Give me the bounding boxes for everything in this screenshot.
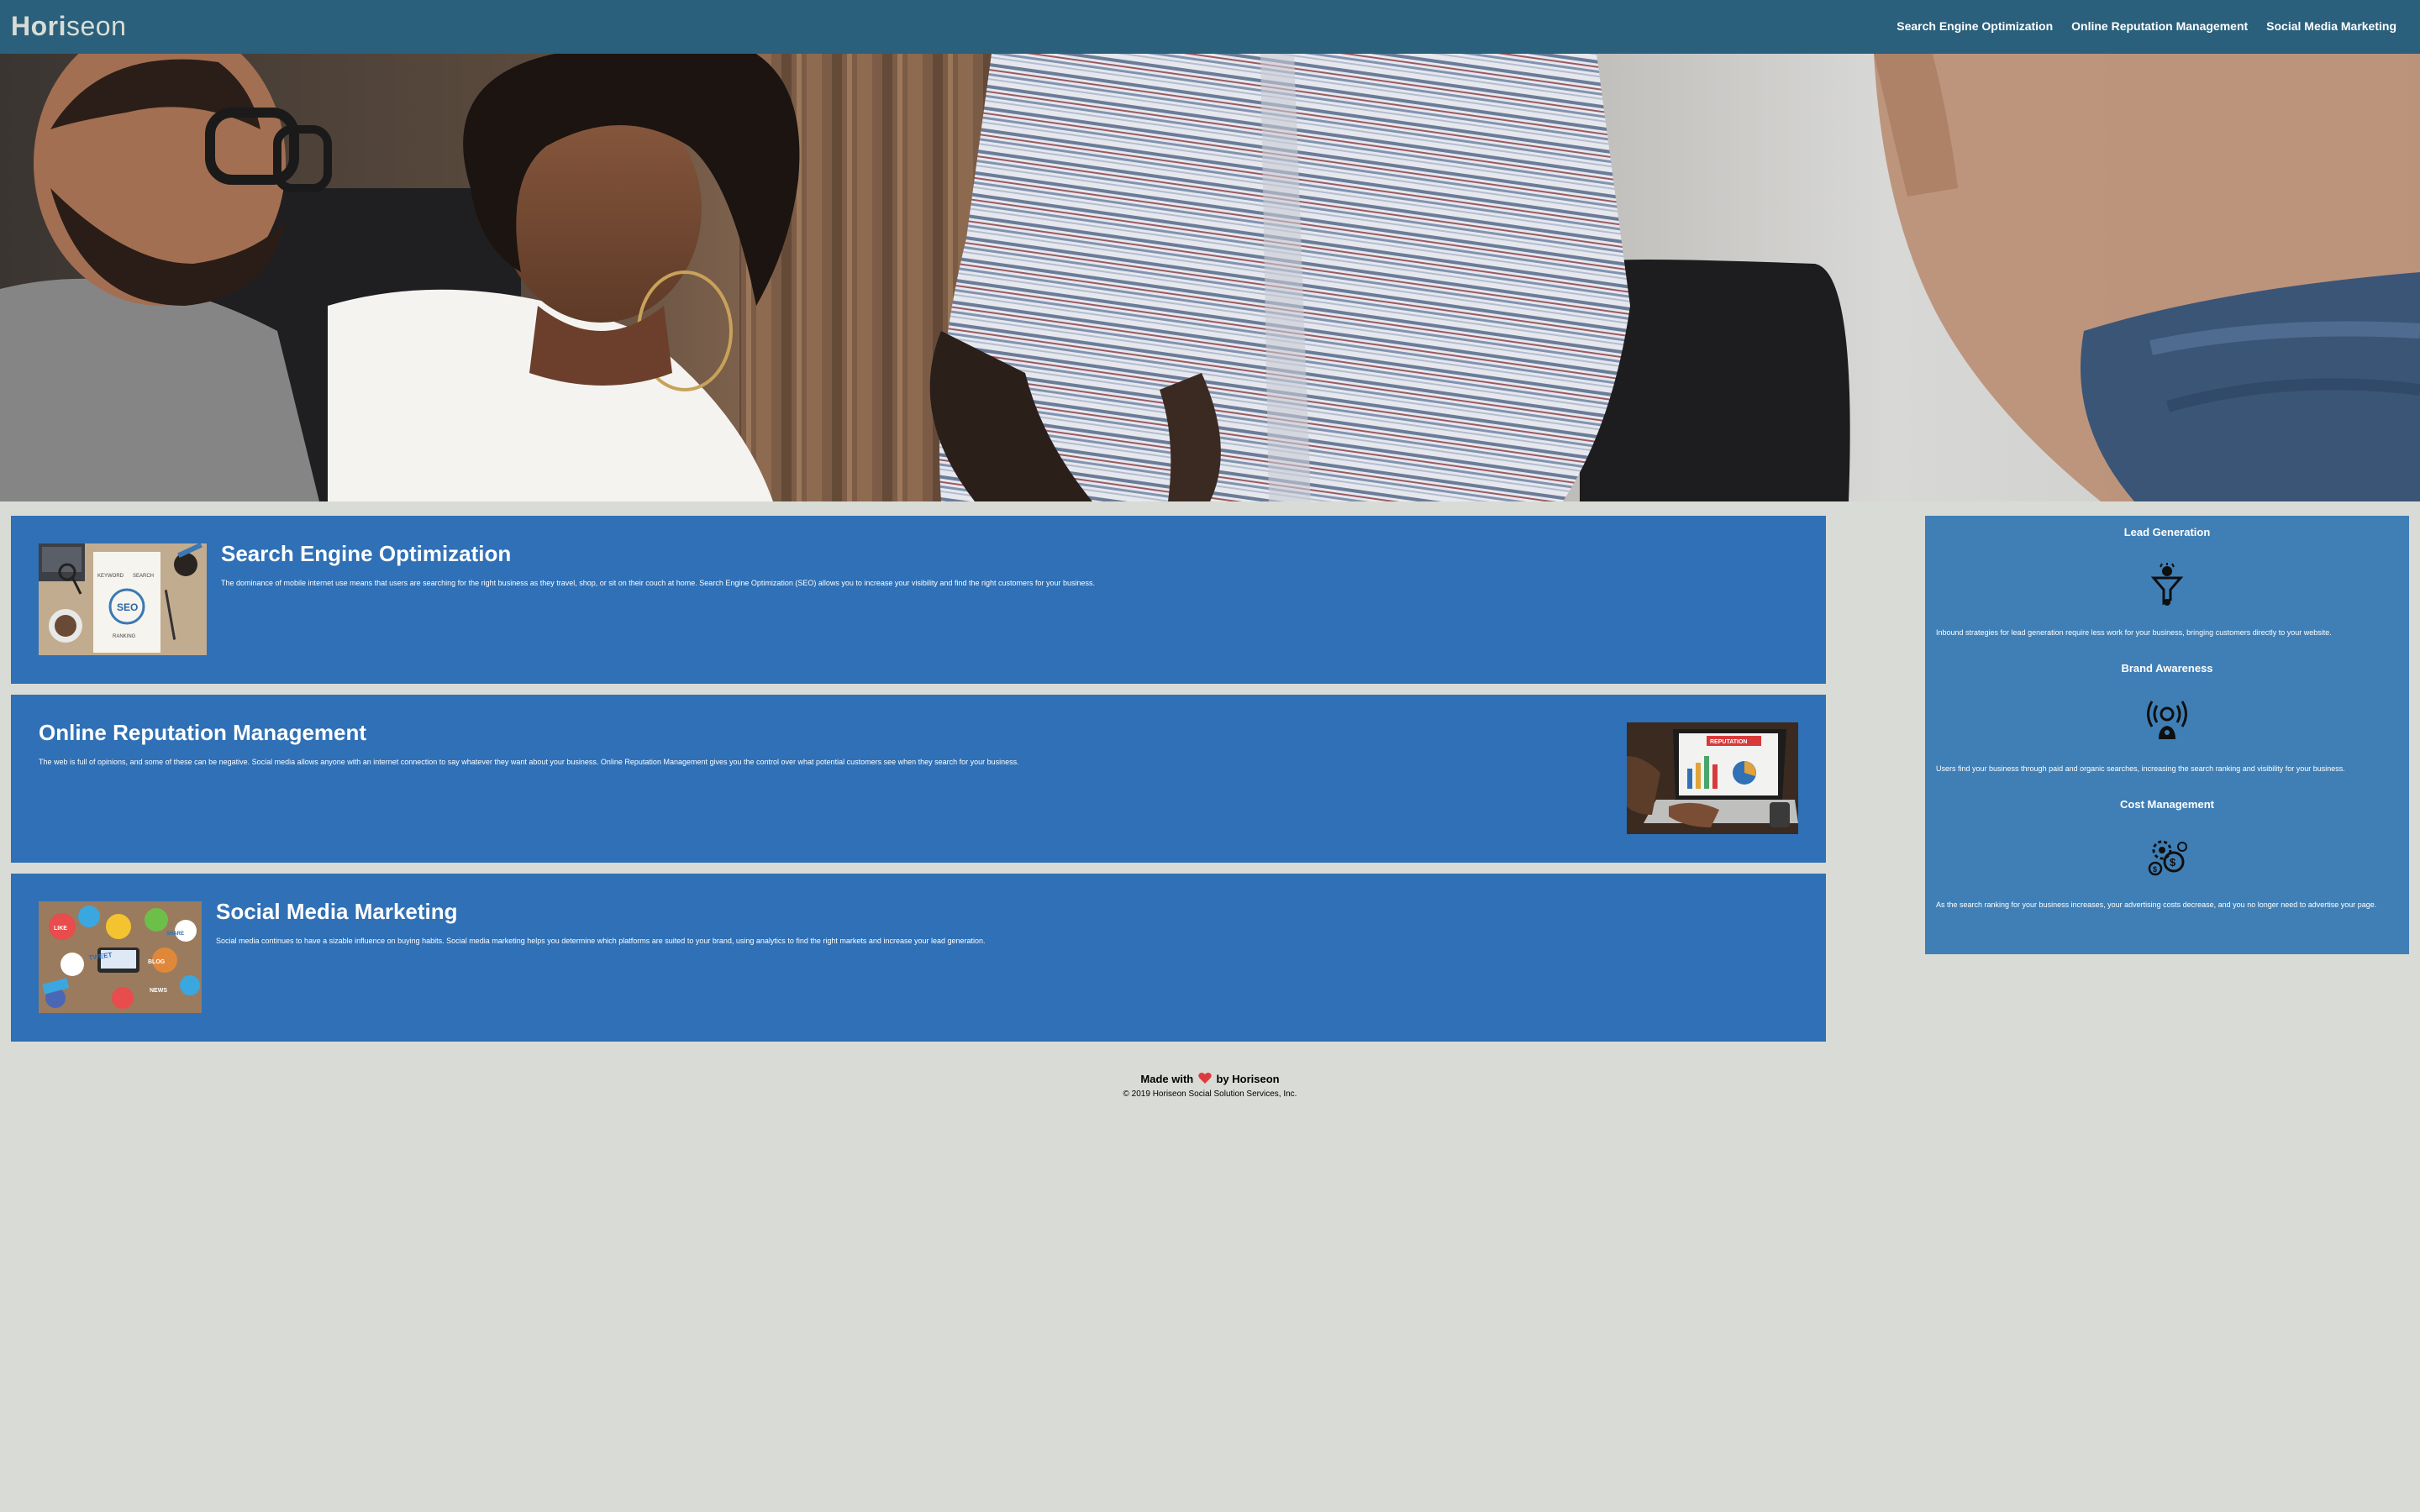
- logo-prefix: Hori: [11, 11, 66, 41]
- benefit-lead-generation: Lead Generation Inbound strategies for l…: [1925, 526, 2409, 662]
- site-header: Horiseon Search Engine Optimization Onli…: [0, 0, 2420, 54]
- card-seo-title: Search Engine Optimization: [221, 541, 512, 566]
- social-image: TWEET LIKE BLOG SHARE NEWS: [39, 901, 202, 1013]
- cost-management-icon: $ $: [2145, 835, 2189, 879]
- benefit-brand-title: Brand Awareness: [2121, 662, 2213, 675]
- benefit-brand-text: Users find your business through paid an…: [1936, 764, 2345, 773]
- benefit-lead-title: Lead Generation: [2123, 526, 2211, 538]
- card-social-title: Social Media Marketing: [216, 899, 458, 924]
- benefit-cost-text: As the search ranking for your business …: [1936, 900, 2377, 909]
- seo-image-search: SEARCH: [133, 574, 154, 579]
- card-reputation-text: The web is full of opinions, and some of…: [39, 758, 1019, 766]
- nav-link-seo[interactable]: Search Engine Optimization: [1897, 18, 2053, 34]
- svg-text:$: $: [2153, 865, 2157, 874]
- social-image-like: LIKE: [54, 926, 67, 932]
- seo-image: SEO KEYWORD SEARCH RANKING: [39, 543, 207, 655]
- card-seo-text: The dominance of mobile internet use mea…: [221, 579, 1096, 587]
- nav-link-social[interactable]: Social Media Marketing: [2266, 18, 2396, 34]
- card-social-text: Social media continues to have a sizable…: [216, 937, 986, 945]
- site-footer: Made with by Horiseon © 2019 Horiseon So…: [0, 1072, 2420, 1100]
- benefit-cost-title: Cost Management: [2120, 798, 2214, 811]
- site-logo[interactable]: Horiseon: [11, 11, 126, 41]
- seo-image-keyword: KEYWORD: [97, 574, 124, 579]
- social-image-news: NEWS: [150, 988, 167, 994]
- card-reputation-title: Online Reputation Management: [39, 720, 367, 745]
- card-reputation: Online Reputation Management The web is …: [11, 695, 1826, 863]
- benefit-lead-text: Inbound strategies for lead generation r…: [1936, 628, 2332, 637]
- social-image-share: SHARE: [166, 932, 184, 937]
- card-social: TWEET LIKE BLOG SHARE NEWS Social Media …: [11, 874, 1826, 1042]
- main-nav: Search Engine Optimization Online Reputa…: [1897, 18, 2396, 34]
- heart-icon: [1198, 1072, 1212, 1089]
- footer-made-with: Made with by Horiseon: [0, 1072, 2420, 1089]
- benefit-brand-awareness: Brand Awareness Users find your business…: [1925, 662, 2409, 798]
- seo-image-label: SEO: [117, 601, 138, 613]
- reputation-image: REPUTATION: [1627, 722, 1798, 834]
- nav-link-reputation[interactable]: Online Reputation Management: [2071, 18, 2248, 34]
- svg-text:$: $: [2170, 856, 2176, 869]
- social-image-blog: BLOG: [148, 959, 166, 965]
- reputation-image-label: REPUTATION: [1710, 739, 1747, 745]
- card-seo: SEO KEYWORD SEARCH RANKING Search Engine…: [11, 516, 1826, 684]
- footer-copyright: © 2019 Horiseon Social Solution Services…: [1123, 1089, 1297, 1099]
- benefits-sidebar: Lead Generation Inbound strategies for l…: [1925, 516, 2409, 954]
- benefit-cost-management: Cost Management $ $ As the search rankin…: [1925, 798, 2409, 934]
- lead-generation-icon: [2145, 563, 2189, 606]
- logo-suffix: seon: [66, 11, 127, 41]
- hero-image: [0, 54, 2420, 501]
- seo-image-ranking: RANKING: [113, 634, 136, 639]
- footer-made-with-text: Made with: [1140, 1073, 1194, 1085]
- footer-by-text: by Horiseon: [1216, 1073, 1280, 1085]
- brand-awareness-icon: [2145, 699, 2189, 743]
